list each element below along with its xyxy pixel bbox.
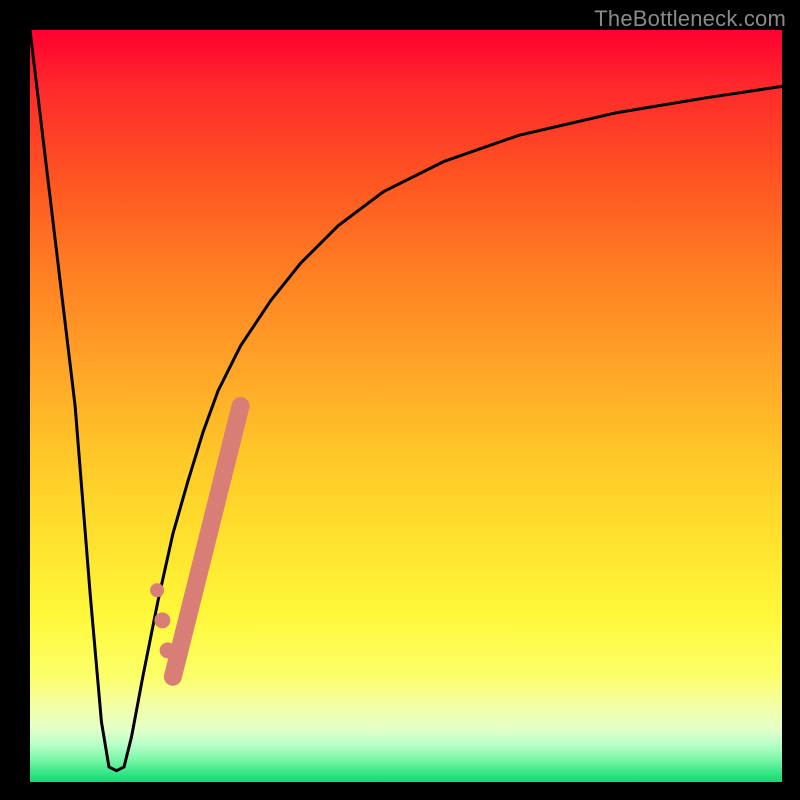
bottleneck-curve [30, 30, 782, 771]
chart-svg [30, 30, 782, 782]
watermark-text: TheBottleneck.com [594, 6, 786, 32]
highlight-segment [173, 406, 241, 677]
chart-frame: TheBottleneck.com [0, 0, 800, 800]
plot-area [30, 30, 782, 782]
